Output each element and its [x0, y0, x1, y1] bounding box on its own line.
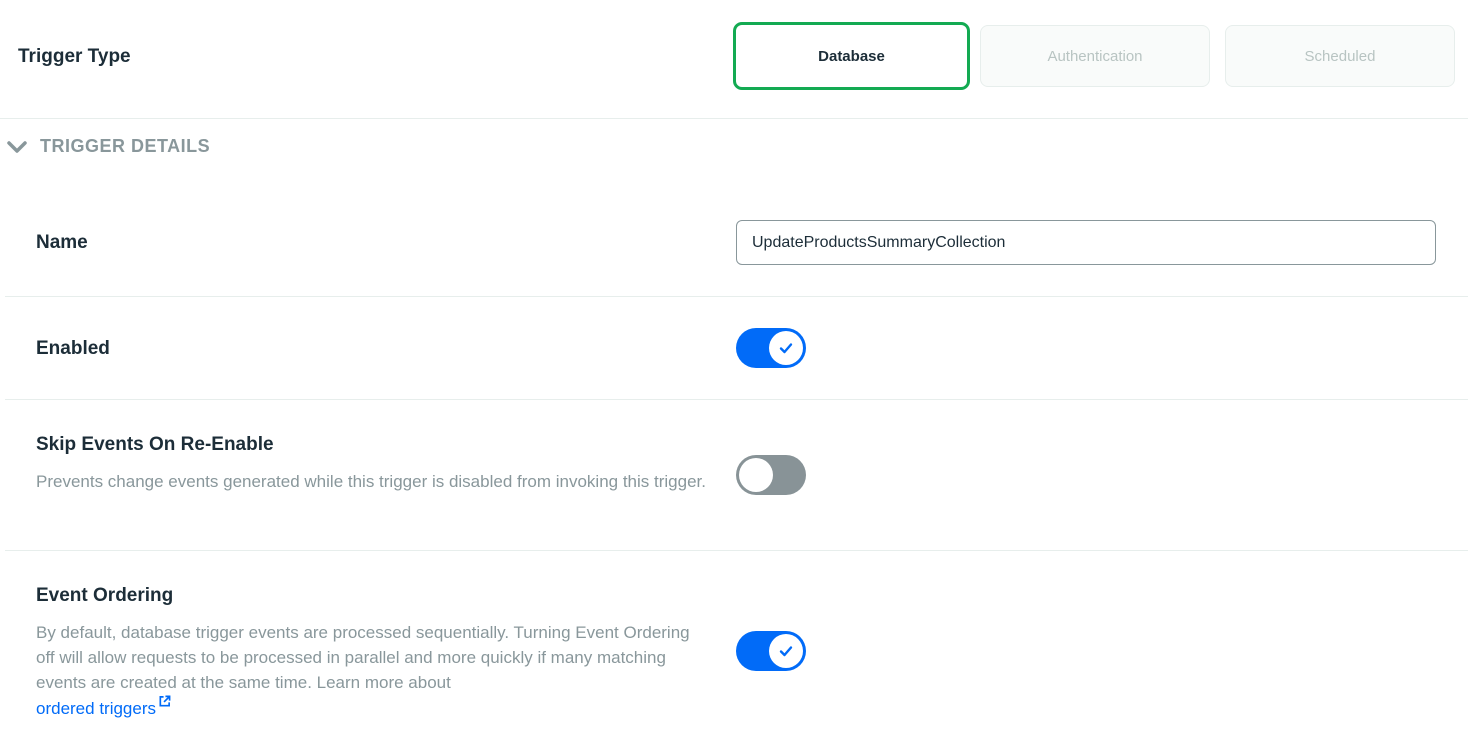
ordered-triggers-link[interactable]: ordered triggers [36, 695, 171, 718]
name-label: Name [36, 232, 88, 253]
event-ordering-text: By default, database trigger events are … [36, 623, 690, 692]
chevron-down-icon [6, 139, 28, 155]
check-icon [779, 343, 793, 354]
trigger-type-label: Trigger Type [18, 46, 131, 67]
ordered-triggers-link-text: ordered triggers [36, 699, 157, 718]
event-ordering-description: By default, database trigger events are … [36, 620, 696, 721]
external-link-icon [159, 695, 171, 707]
trigger-type-database-button[interactable]: Database [733, 22, 970, 90]
skip-events-description: Prevents change events generated while t… [36, 472, 706, 491]
enabled-toggle[interactable] [736, 328, 806, 368]
event-ordering-label: Event Ordering [36, 585, 174, 606]
skip-events-label: Skip Events On Re-Enable [36, 434, 274, 455]
name-input[interactable] [736, 220, 1436, 265]
skip-events-toggle[interactable] [736, 455, 806, 495]
trigger-type-authentication-button[interactable]: Authentication [980, 25, 1210, 87]
toggle-knob [769, 331, 803, 365]
toggle-knob [739, 458, 773, 492]
trigger-type-row: Trigger Type Database Authentication Sch… [0, 0, 1468, 119]
section-title: TRIGGER DETAILS [40, 136, 211, 156]
trigger-details-header[interactable]: TRIGGER DETAILS [6, 136, 210, 157]
toggle-knob [769, 634, 803, 668]
enabled-label: Enabled [36, 338, 110, 359]
trigger-type-scheduled-button[interactable]: Scheduled [1225, 25, 1455, 87]
event-ordering-toggle[interactable] [736, 631, 806, 671]
check-icon [779, 646, 793, 657]
